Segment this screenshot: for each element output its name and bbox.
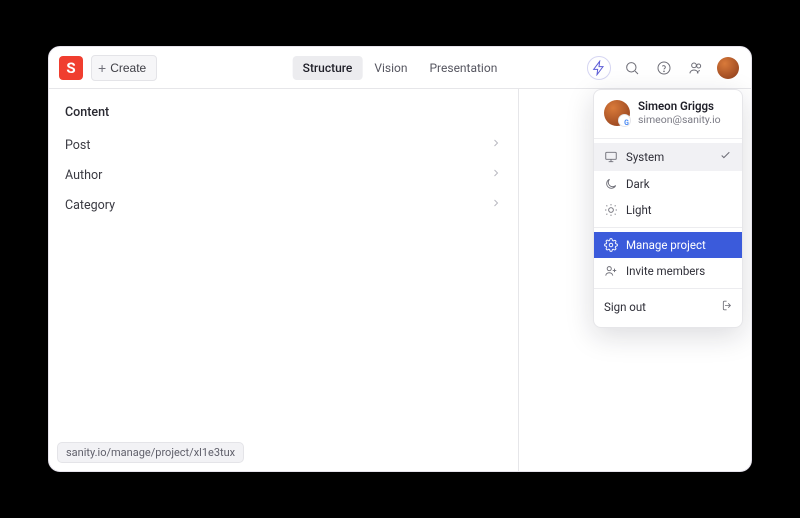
pane-title: Content — [49, 99, 518, 130]
list-item-post[interactable]: Post — [49, 130, 518, 160]
theme-option-light[interactable]: Light — [594, 197, 742, 223]
gear-icon — [604, 238, 618, 252]
list-item-author[interactable]: Author — [49, 160, 518, 190]
menu-avatar: G — [604, 100, 630, 126]
chevron-right-icon — [490, 167, 502, 183]
menu-item-label: Sign out — [604, 300, 646, 314]
status-url-pill: sanity.io/manage/project/xl1e3tux — [57, 442, 244, 463]
check-icon — [719, 149, 732, 165]
structure-pane: Content Post Author Category — [49, 89, 519, 471]
create-button-label: Create — [110, 61, 146, 75]
plus-icon: + — [98, 61, 106, 75]
help-icon[interactable] — [653, 57, 675, 79]
app-logo[interactable]: S — [59, 56, 83, 80]
user-menu: G Simeon Griggs simeon@sanity.io System … — [593, 89, 743, 328]
chevron-right-icon — [490, 137, 502, 153]
menu-separator — [594, 227, 742, 228]
sign-out-icon — [719, 299, 732, 315]
user-menu-header: G Simeon Griggs simeon@sanity.io — [594, 96, 742, 134]
tab-vision[interactable]: Vision — [364, 56, 417, 80]
list-item-label: Post — [65, 138, 90, 153]
app-window: S + Create Structure Vision Presentation — [48, 46, 752, 472]
menu-separator — [594, 138, 742, 139]
menu-separator — [594, 288, 742, 289]
sign-out-button[interactable]: Sign out — [594, 293, 742, 321]
menu-item-label: Manage project — [626, 238, 706, 252]
list-item-label: Category — [65, 198, 115, 213]
monitor-icon — [604, 150, 618, 164]
user-name: Simeon Griggs — [638, 100, 721, 114]
moon-icon — [604, 177, 618, 191]
theme-option-label: Light — [626, 203, 652, 217]
presence-icon[interactable] — [685, 57, 707, 79]
manage-project-button[interactable]: Manage project — [594, 232, 742, 258]
theme-option-label: System — [626, 150, 664, 164]
tasks-icon[interactable] — [587, 56, 611, 80]
theme-option-system[interactable]: System — [594, 143, 742, 171]
create-button[interactable]: + Create — [91, 55, 157, 81]
theme-option-dark[interactable]: Dark — [594, 171, 742, 197]
tab-structure[interactable]: Structure — [293, 56, 363, 80]
workspace-tabs: Structure Vision Presentation — [293, 56, 508, 80]
user-plus-icon — [604, 264, 618, 278]
list-item-label: Author — [65, 168, 102, 183]
tab-presentation[interactable]: Presentation — [419, 56, 507, 80]
invite-members-button[interactable]: Invite members — [594, 258, 742, 284]
user-email: simeon@sanity.io — [638, 114, 721, 127]
list-item-category[interactable]: Category — [49, 190, 518, 220]
search-icon[interactable] — [621, 57, 643, 79]
google-provider-icon: G — [621, 117, 632, 128]
toolbar-right — [587, 56, 743, 80]
sun-icon — [604, 203, 618, 217]
menu-item-label: Invite members — [626, 264, 705, 278]
chevron-right-icon — [490, 197, 502, 213]
theme-option-label: Dark — [626, 177, 650, 191]
user-avatar[interactable] — [717, 57, 739, 79]
toolbar: S + Create Structure Vision Presentation — [49, 47, 751, 89]
